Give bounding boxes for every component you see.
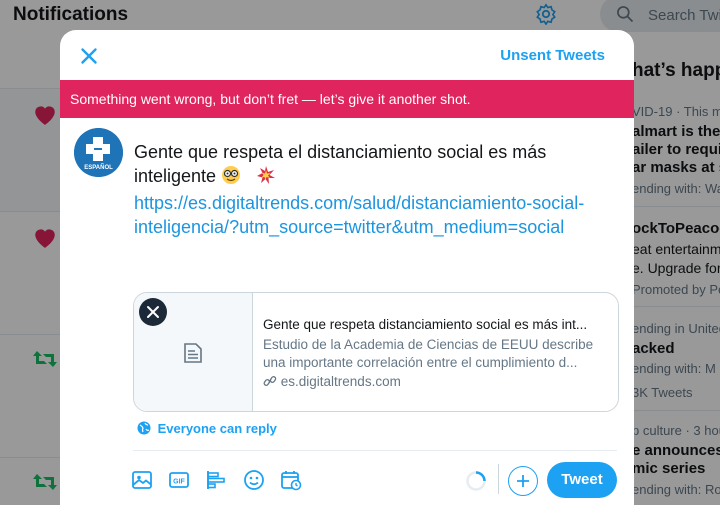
tweet-link-line: https://es.digitaltrends.com/salud/dista… (134, 193, 585, 213)
error-message: Something went wrong, but don’t fret — l… (70, 91, 471, 107)
card-description-line: una importante correlación entre el cump… (263, 355, 578, 370)
compose-tweet-modal: Unsent Tweets Something went wrong, but … (60, 30, 634, 520)
document-icon (184, 343, 202, 363)
card-title: Gente que respeta distanciamiento social… (263, 317, 588, 332)
digitaltrends-logo: ESPAÑOL (74, 128, 123, 177)
card-thumbnail (134, 293, 253, 411)
tweet-text-line: Gente que respeta el distanciamiento soc… (134, 142, 547, 162)
tweet-textarea[interactable]: Gente que respeta el distanciamiento soc… (134, 140, 614, 239)
poll-icon[interactable] (204, 468, 228, 492)
error-banner: Something went wrong, but don’t fret — l… (60, 80, 634, 118)
add-tweet-button[interactable] (508, 466, 538, 496)
plus-icon (517, 475, 529, 487)
card-description-line: Estudio de la Academia de Ciencias de EE… (263, 337, 594, 352)
card-description: Estudio de la Academia de Ciencias de EE… (263, 336, 603, 372)
close-icon (147, 306, 159, 318)
emoji-icon[interactable] (242, 468, 266, 492)
image-icon[interactable] (130, 468, 154, 492)
card-domain-text: es.digitaltrends.com (280, 374, 401, 389)
reply-setting-button[interactable]: Everyone can reply (137, 421, 277, 436)
remove-card-button[interactable] (139, 298, 167, 326)
nerd-face-emoji-icon (221, 165, 241, 191)
tweet-button[interactable]: Tweet (547, 462, 617, 498)
gif-icon[interactable]: GIF (167, 468, 191, 492)
card-domain: es.digitaltrends.com (263, 374, 401, 389)
tweet-text-line: inteligente (134, 166, 217, 186)
globe-icon (137, 421, 151, 435)
toolbar-divider (133, 450, 617, 451)
close-icon[interactable] (76, 43, 102, 69)
avatar-label: ESPAÑOL (84, 164, 113, 171)
tweet-link-line: inteligencia/?utm_source=twitter&utm_med… (134, 217, 565, 237)
avatar[interactable]: ESPAÑOL (74, 128, 123, 177)
link-icon (263, 376, 277, 386)
link-preview-card[interactable]: Gente que respeta distanciamiento social… (133, 292, 619, 412)
loading-spinner-icon (466, 471, 486, 491)
unsent-tweets-button[interactable]: Unsent Tweets (500, 47, 605, 64)
toolbar-separator (498, 464, 499, 494)
svg-text:GIF: GIF (173, 479, 185, 486)
collision-emoji-icon (256, 165, 276, 191)
reply-setting-label: Everyone can reply (157, 421, 277, 436)
schedule-icon[interactable] (279, 468, 303, 492)
